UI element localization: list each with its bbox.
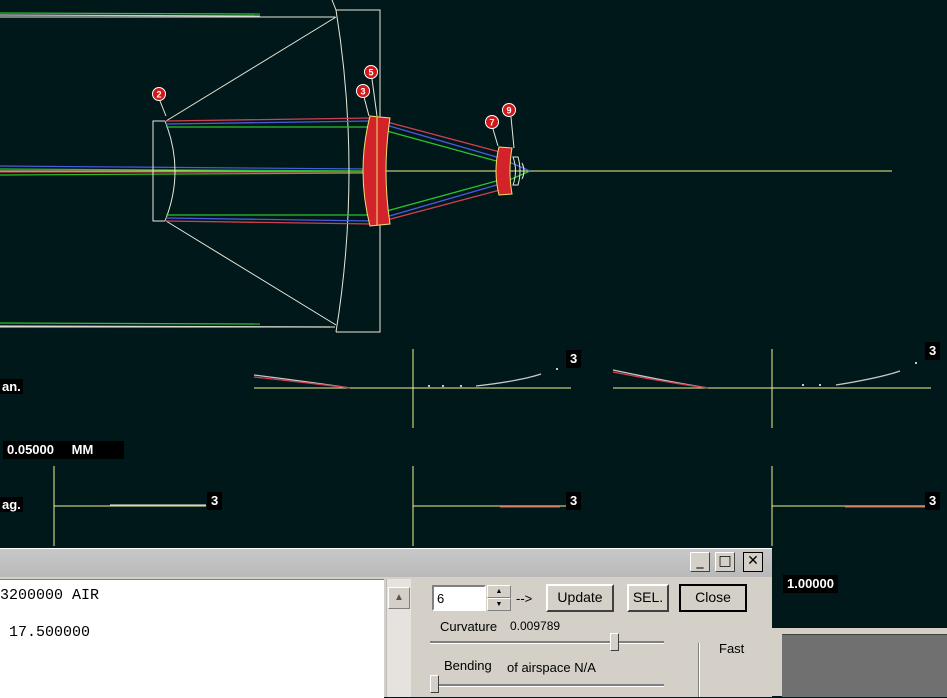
scale-unit: MM <box>71 442 94 457</box>
fast-label: Fast <box>719 641 745 656</box>
bending-label: Bending <box>444 658 492 673</box>
tangential-label: an. <box>0 379 23 394</box>
side-panel <box>772 628 947 697</box>
surface-label-7: 7 <box>489 118 494 128</box>
field-number-label: 3 <box>207 492 223 510</box>
curvature-slider-thumb[interactable] <box>610 633 619 651</box>
field-number-label: 3 <box>566 492 582 510</box>
bending-slider-track[interactable] <box>430 684 664 687</box>
spin-up-icon[interactable]: ▲ <box>487 585 511 598</box>
surface-number-input[interactable] <box>432 585 486 611</box>
scale-value: 0.05000 <box>7 442 54 457</box>
close-button[interactable]: Close <box>679 584 747 612</box>
field-number-label: 3 <box>925 492 941 510</box>
curvature-label: Curvature <box>440 619 498 634</box>
dialog-titlebar[interactable]: _ □ ✕ <box>0 549 772 577</box>
arrow-indicator: --> <box>516 591 533 606</box>
window-close-button[interactable]: ✕ <box>743 552 763 572</box>
divider <box>698 643 700 697</box>
curvature-value: 0.009789 <box>510 619 561 633</box>
surface-label-3: 3 <box>360 87 365 97</box>
bending-slider-thumb[interactable] <box>430 675 439 693</box>
surface-label-5: 5 <box>368 68 373 78</box>
zoom-readout: 1.00000 <box>783 575 838 593</box>
minimize-button[interactable]: _ <box>690 552 710 572</box>
surface-label-2: 2 <box>156 90 161 100</box>
field-number-label: 3 <box>566 350 582 368</box>
maximize-button[interactable]: □ <box>715 552 735 572</box>
bending-value: of airspace N/A <box>507 660 596 675</box>
scroll-up-arrow-icon[interactable]: ▲ <box>388 587 410 609</box>
select-button[interactable]: SEL. <box>627 584 669 612</box>
spin-down-icon[interactable]: ▼ <box>487 598 511 611</box>
update-button[interactable]: Update <box>546 584 614 612</box>
prescription-text-area[interactable]: 3200000 AIR 17.500000 <box>0 579 384 698</box>
scale-readout: 0.05000 MM <box>3 441 124 459</box>
lens-element-large <box>362 115 391 227</box>
prescription-line: 3200000 AIR <box>0 587 100 604</box>
curvature-slider-track[interactable] <box>430 641 664 644</box>
text-scrollbar[interactable]: ▲ <box>386 579 411 697</box>
side-panel-inner <box>782 634 947 697</box>
prescription-line: 17.500000 <box>0 624 91 641</box>
surface-label-9: 9 <box>506 106 511 116</box>
sagittal-label: ag. <box>0 497 23 512</box>
lens-edit-dialog: _ □ ✕ 3200000 AIR 17.500000 ▲ ▲ ▼ --> Up… <box>0 548 772 698</box>
field-number-label: 3 <box>925 342 941 360</box>
